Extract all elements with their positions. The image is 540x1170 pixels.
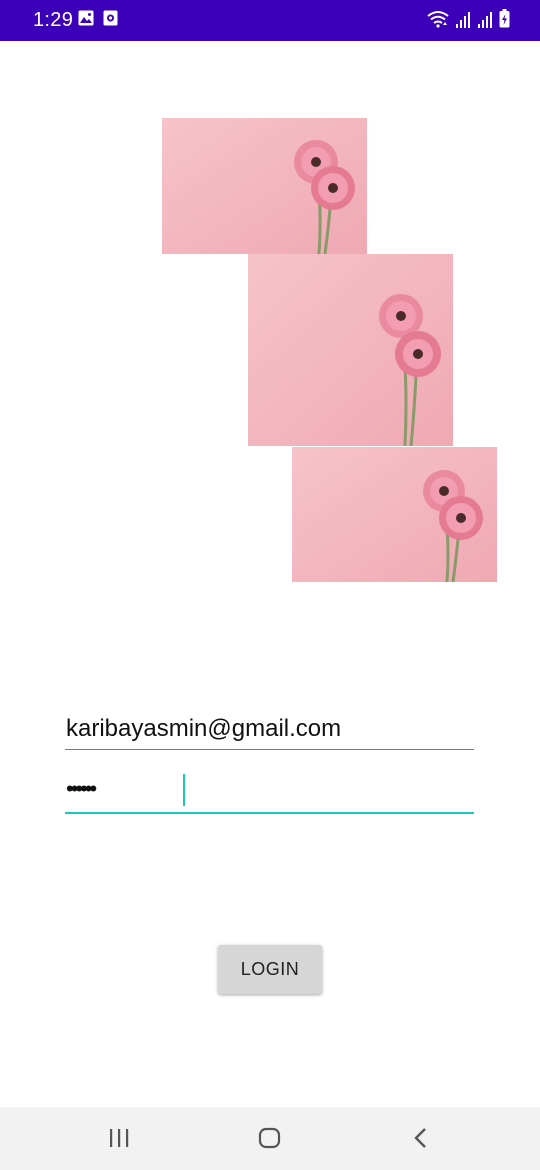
navigation-bar xyxy=(0,1107,540,1170)
login-button[interactable]: LOGIN xyxy=(218,945,322,994)
home-icon[interactable] xyxy=(258,1127,282,1154)
signal-icon xyxy=(477,11,493,33)
recent-apps-icon[interactable] xyxy=(108,1127,130,1154)
gallery-icon xyxy=(78,10,94,31)
pink-gerbera-photo xyxy=(292,447,497,582)
text-cursor xyxy=(183,774,185,806)
signal-icon xyxy=(455,11,471,33)
wifi-icon xyxy=(427,10,449,33)
status-time: 1:29 xyxy=(33,9,74,31)
password-masked-value: •••••• xyxy=(66,776,97,801)
password-field[interactable]: •••••• xyxy=(65,770,474,814)
screen-recorder-icon xyxy=(103,10,118,31)
pink-gerbera-photo xyxy=(248,254,453,446)
status-bar: 1:29 xyxy=(0,0,540,41)
battery-charging-icon xyxy=(499,9,510,33)
email-value: karibayasmin@gmail.com xyxy=(66,715,342,742)
pink-gerbera-photo xyxy=(162,118,367,254)
email-field[interactable]: karibayasmin@gmail.com xyxy=(65,712,474,750)
back-icon[interactable] xyxy=(412,1127,430,1154)
